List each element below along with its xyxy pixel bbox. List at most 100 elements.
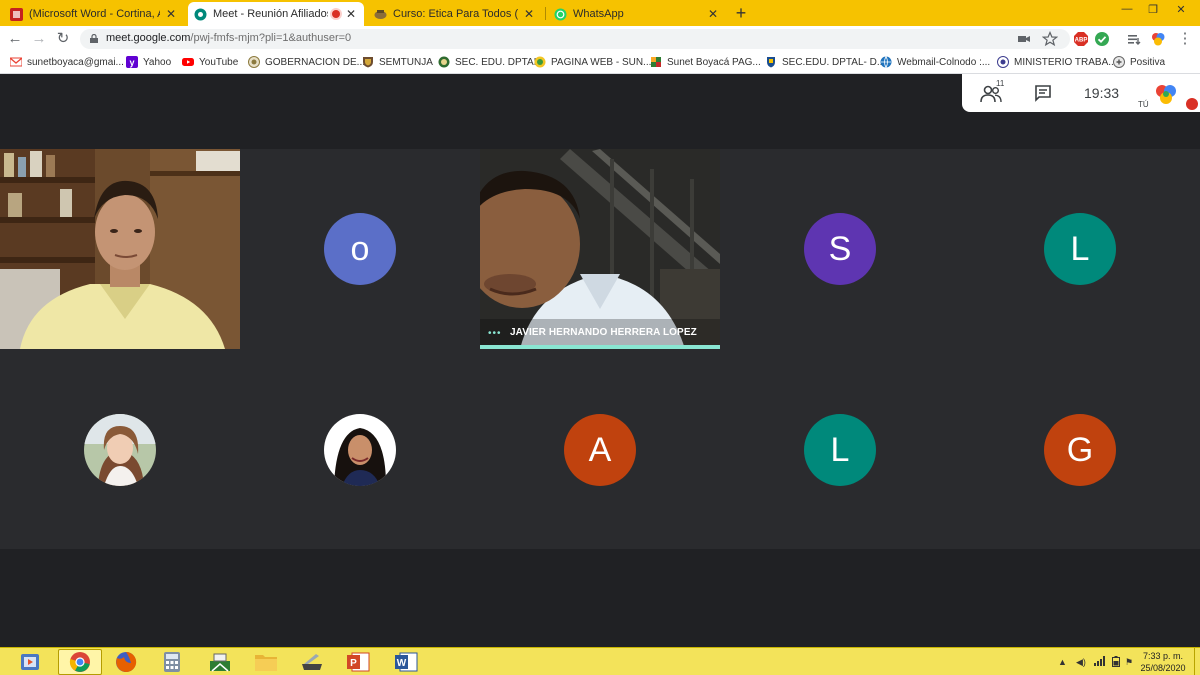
taskbar-network-tool[interactable]	[198, 649, 242, 675]
bookmark-webmail-colnodo[interactable]: Webmail-Colnodo :...	[880, 56, 990, 68]
participant-tile[interactable]: o	[240, 149, 480, 349]
tray-volume-icon[interactable]: ◀)	[1076, 657, 1086, 668]
self-mic-muted-icon	[1186, 98, 1198, 110]
browser-tab-strip: (Microsoft Word - Cortina, Adela ✕ Meet …	[0, 0, 1200, 26]
bookmark-gobernacion[interactable]: GOBERNACION DE...	[248, 56, 365, 68]
webmail-globe-icon	[880, 56, 892, 68]
check-extension-icon[interactable]	[1094, 31, 1110, 47]
clock-time: 7:33 p. m.	[1142, 651, 1184, 661]
close-tab-icon[interactable]: ✕	[164, 7, 178, 21]
address-bar[interactable]: meet.google.com/pwj-fmfs-mjm?pli=1&authu…	[80, 29, 1070, 49]
tab-course[interactable]: Curso: Etica Para Todos (Presenc ✕	[368, 2, 542, 26]
participant-tile[interactable]	[240, 349, 480, 549]
participant-tile[interactable]: L	[960, 149, 1200, 349]
taskbar-powerpoint[interactable]: P	[336, 649, 380, 675]
close-window-icon[interactable]: ✕	[1170, 3, 1192, 16]
svg-text:W: W	[397, 658, 407, 669]
bookmark-label: PAGINA WEB - SUN...	[551, 56, 652, 68]
clock-date: 25/08/2020	[1140, 663, 1186, 673]
browser-toolbar: ← → ↻ meet.google.com/pwj-fmfs-mjm?pli=1…	[0, 26, 1200, 52]
bookmark-pagina-web-sunet[interactable]: PAGINA WEB - SUN...	[534, 56, 651, 68]
participant-tile[interactable]: A	[480, 349, 720, 549]
taskbar-calculator[interactable]	[150, 649, 194, 675]
url-text: meet.google.com/pwj-fmfs-mjm?pli=1&authu…	[106, 32, 351, 44]
chrome-icon	[69, 652, 90, 672]
tray-expand-icon[interactable]: ▲	[1058, 657, 1067, 667]
bookmark-star-icon[interactable]	[1042, 31, 1058, 47]
tab-whatsapp[interactable]: WhatsApp ✕	[548, 2, 726, 26]
taskbar-chrome[interactable]	[58, 649, 102, 675]
youtube-icon	[182, 58, 194, 66]
tray-battery-icon[interactable]	[1112, 656, 1120, 667]
new-tab-button[interactable]: +	[732, 3, 750, 23]
participant-avatar: L	[1044, 213, 1116, 285]
bookmark-sunet-boyaca[interactable]: Sunet Boyacá PAG...	[650, 56, 761, 68]
positiva-icon	[1113, 56, 1125, 68]
tab-title: WhatsApp	[573, 8, 624, 20]
meet-info-panel: 11 19:33 TÚ	[962, 74, 1200, 112]
participant-tile[interactable]: L	[720, 349, 960, 549]
speaking-indicator-icon: •••	[488, 328, 502, 339]
calculator-icon	[164, 652, 180, 672]
minimize-window-icon[interactable]: —	[1116, 3, 1138, 15]
tab-meet[interactable]: Meet - Reunión Afiliados Alc ✕	[188, 2, 364, 26]
firefox-icon	[116, 651, 137, 672]
chat-icon[interactable]	[1034, 84, 1052, 102]
reload-icon[interactable]: ↻	[54, 30, 72, 48]
participant-tile[interactable]: G	[960, 349, 1200, 549]
participant-tile[interactable]	[0, 349, 240, 549]
bookmark-label: MINISTERIO TRABA...	[1014, 56, 1117, 68]
profile-avatar-icon[interactable]	[1150, 31, 1166, 47]
taskbar-media-player[interactable]	[10, 649, 50, 675]
bookmark-sec-edu-dptal-d[interactable]: SEC.EDU. DPTAL- D...	[765, 56, 885, 68]
participant-tile[interactable]: S	[720, 149, 960, 349]
network-tool-icon	[210, 653, 230, 672]
browser-menu-icon[interactable]: ⋮	[1176, 30, 1194, 48]
close-tab-icon[interactable]: ✕	[522, 7, 536, 21]
meeting-clock: 19:33	[1084, 85, 1120, 101]
taskbar-word[interactable]: W	[384, 649, 428, 675]
restore-window-icon[interactable]: ❐	[1142, 3, 1164, 16]
participant-photo-avatar	[324, 414, 396, 486]
bookmark-semtunja[interactable]: SEMTUNJA	[362, 56, 433, 68]
tab-separator	[545, 7, 546, 20]
tab-title: Meet - Reunión Afiliados Alc	[213, 8, 328, 20]
bookmark-sec-edu-dptal[interactable]: SEC. EDU. DPTAL	[438, 56, 539, 68]
media-queue-icon[interactable]	[1126, 31, 1142, 47]
bookmark-ministerio-trabajo[interactable]: MINISTERIO TRABA...	[997, 56, 1117, 68]
tab-title: (Microsoft Word - Cortina, Adela	[29, 8, 160, 20]
lock-icon	[90, 34, 98, 43]
forward-arrow-icon[interactable]: →	[30, 30, 48, 48]
participant-avatar: A	[564, 414, 636, 486]
media-player-icon	[21, 654, 39, 670]
taskbar-file-explorer[interactable]	[244, 649, 288, 675]
camera-permission-icon[interactable]	[1016, 31, 1032, 47]
adblock-extension-icon[interactable]: ABP	[1073, 31, 1089, 47]
active-speaker-tile[interactable]: ••• JAVIER HERNANDO HERRERA LOPEZ	[480, 149, 720, 349]
powerpoint-icon: P	[347, 652, 370, 672]
course-icon	[374, 9, 387, 19]
show-desktop-button[interactable]	[1194, 648, 1200, 675]
bookmark-label: SEMTUNJA	[379, 56, 433, 68]
taskbar-firefox[interactable]	[104, 649, 148, 675]
tray-flag-icon[interactable]: ⚑	[1125, 657, 1133, 668]
tab-word-document[interactable]: (Microsoft Word - Cortina, Adela ✕	[4, 2, 184, 26]
bookmark-youtube[interactable]: YouTube	[182, 56, 238, 68]
bookmark-positiva[interactable]: Positiva	[1113, 56, 1165, 68]
bookmark-gmail[interactable]: sunetboyaca@gmai...	[10, 56, 124, 68]
gmail-icon	[10, 57, 22, 67]
close-tab-icon[interactable]: ✕	[344, 7, 358, 21]
bookmark-yahoo[interactable]: y Yahoo	[126, 56, 171, 68]
self-view-avatar-icon[interactable]	[1153, 83, 1179, 107]
close-tab-icon[interactable]: ✕	[706, 7, 720, 21]
tab-title: Curso: Etica Para Todos (Presenc	[393, 8, 518, 20]
taskbar-scanner[interactable]	[290, 649, 334, 675]
system-clock[interactable]: 7:33 p. m. 25/08/2020	[1138, 650, 1188, 674]
self-label: TÚ	[1138, 100, 1149, 109]
tray-network-icon[interactable]	[1094, 656, 1106, 666]
back-arrow-icon[interactable]: ←	[6, 30, 24, 48]
participant-video-tile[interactable]	[0, 149, 240, 349]
url-host: meet.google.com	[106, 32, 191, 44]
scanner-icon	[302, 654, 322, 670]
svg-text:y: y	[129, 58, 134, 68]
